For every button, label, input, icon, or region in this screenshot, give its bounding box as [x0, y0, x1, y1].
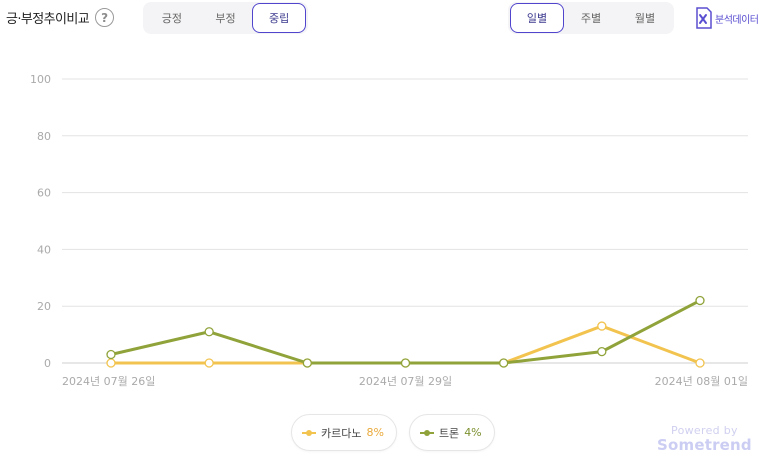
y-tick-label-20: 20	[37, 300, 51, 313]
series-line-1	[109, 299, 702, 365]
period-tab-group: 일별 주별 월별	[508, 2, 674, 34]
y-tick-label-0: 0	[44, 357, 51, 370]
data-point-1-4	[499, 358, 509, 368]
tab-negative[interactable]: 부정	[199, 3, 253, 33]
data-point-1-3	[400, 358, 411, 368]
sentiment-tab-group: 긍정 부정 중립	[143, 2, 308, 34]
export-data-button[interactable]: 분석데이터	[695, 7, 759, 29]
tab-weekly[interactable]: 주별	[564, 3, 618, 33]
data-point-0-1	[204, 358, 214, 368]
tab-monthly[interactable]: 월별	[618, 3, 672, 33]
question-circle-icon[interactable]: ?	[95, 8, 115, 27]
y-tick-label-100: 100	[30, 73, 51, 86]
brand-logo-text: Sometrend	[657, 436, 752, 454]
chart-header: 긍·부정추이비교 ?	[6, 8, 115, 27]
data-point-0-5	[597, 321, 607, 331]
x-tick-label-1: 2024년 07월 29일	[359, 374, 452, 388]
page-title: 긍·부정추이비교	[6, 12, 90, 27]
line-chart: 0 20 40 60 80 100 2024년 07월 26일 2024년 07월 29일 20…	[30, 73, 748, 388]
excel-icon	[696, 7, 712, 29]
chart-legend: 카르다노 8% 트론 4%	[291, 414, 495, 451]
tab-daily[interactable]: 일별	[510, 3, 564, 33]
legend-item-tron[interactable]: 트론 4%	[408, 414, 495, 451]
series-line-0	[109, 324, 702, 365]
powered-by-logo: Powered by Sometrend	[657, 424, 752, 454]
legend-item-cardano[interactable]: 카르다노 8%	[291, 414, 397, 451]
legend-name-cardano: 카르다노	[321, 426, 362, 440]
y-tick-label-40: 40	[37, 243, 51, 256]
legend-name-tron: 트론	[438, 426, 460, 440]
legend-percent-tron: 4%	[464, 426, 482, 439]
tab-neutral[interactable]: 중립	[252, 3, 307, 33]
data-point-0-6	[695, 358, 705, 368]
data-point-0-0	[106, 358, 116, 368]
export-label: 분석데이터	[715, 14, 759, 26]
legend-swatch-cardano	[302, 429, 316, 437]
legend-percent-cardano: 8%	[366, 426, 384, 439]
legend-swatch-tron	[419, 429, 434, 437]
data-point-1-1	[204, 327, 214, 337]
y-tick-label-80: 80	[37, 130, 51, 143]
x-tick-label-0: 2024년 07월 26일	[62, 374, 155, 388]
data-point-1-0	[106, 349, 116, 360]
data-point-1-5	[597, 346, 607, 357]
data-point-1-2	[302, 358, 312, 368]
data-point-1-6	[695, 295, 705, 306]
tab-positive[interactable]: 긍정	[145, 3, 199, 33]
y-tick-label-60: 60	[37, 187, 51, 200]
x-tick-label-2: 2024년 08월 01일	[655, 374, 748, 388]
